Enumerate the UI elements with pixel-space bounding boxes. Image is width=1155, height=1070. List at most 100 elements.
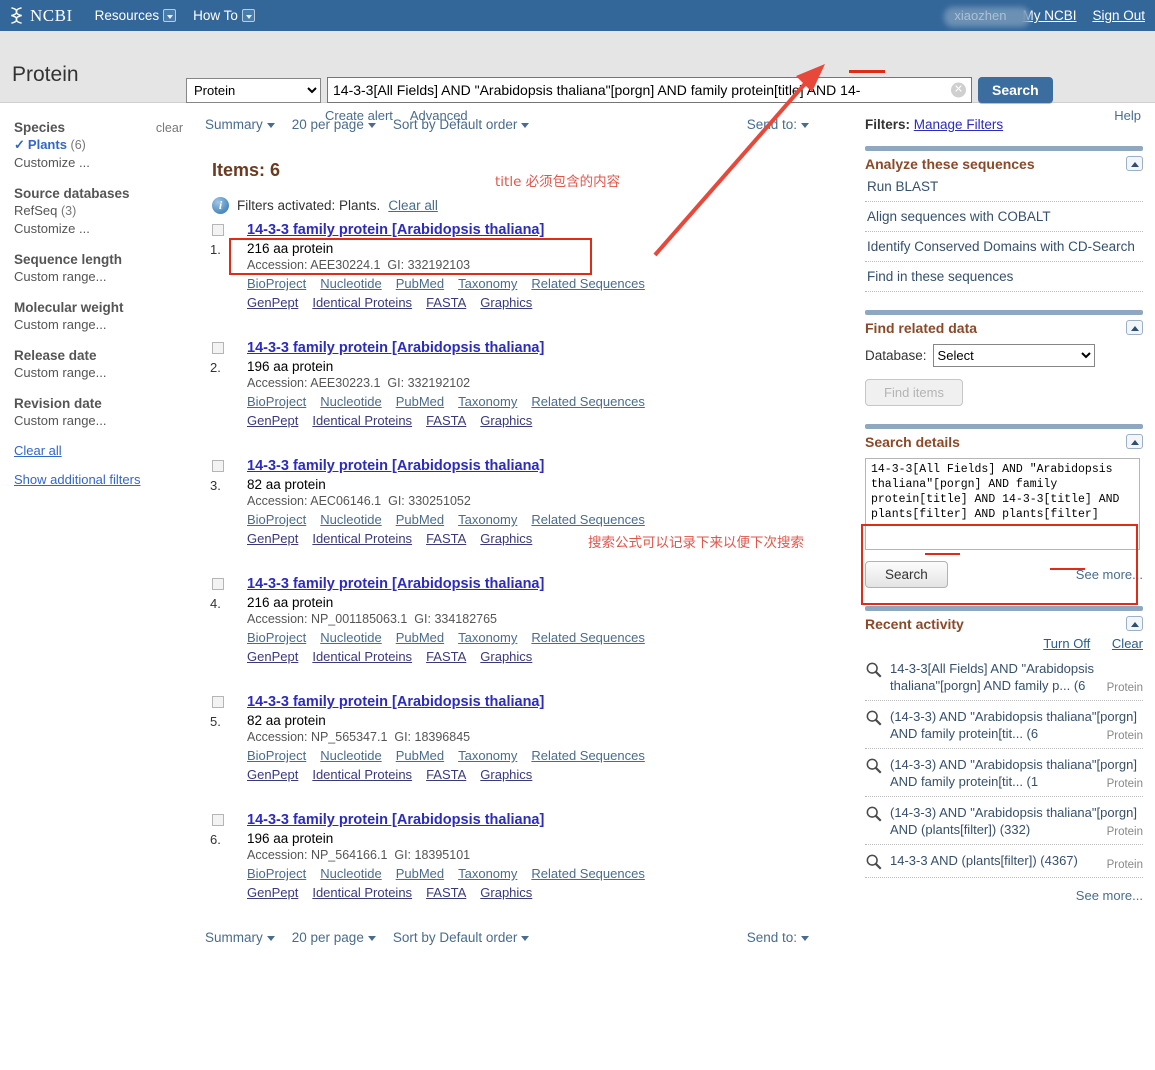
clear-all-link[interactable]: Clear all: [388, 198, 438, 213]
result-link-fasta[interactable]: FASTA: [426, 885, 466, 900]
result-link-related-sequences[interactable]: Related Sequences: [531, 394, 644, 409]
result-link-identical-proteins[interactable]: Identical Proteins: [312, 295, 412, 310]
result-title-link[interactable]: 14-3-3 family protein [Arabidopsis thali…: [247, 694, 544, 710]
manage-filters-link[interactable]: Manage Filters: [914, 117, 1003, 132]
recent-activity-item[interactable]: (14-3-3) AND "Arabidopsis thaliana"[porg…: [865, 797, 1143, 845]
my-ncbi-link[interactable]: My NCBI: [1022, 8, 1076, 23]
result-link-nucleotide[interactable]: Nucleotide: [320, 866, 381, 881]
collapse-panel-icon[interactable]: [1126, 616, 1143, 631]
result-link-genpept[interactable]: GenPept: [247, 885, 298, 900]
result-link-taxonomy[interactable]: Taxonomy: [458, 276, 517, 291]
result-checkbox[interactable]: [212, 342, 224, 354]
filter-clear-link[interactable]: clear: [156, 121, 183, 135]
result-link-taxonomy[interactable]: Taxonomy: [458, 394, 517, 409]
recent-activity-item[interactable]: 14-3-3[All Fields] AND "Arabidopsis thal…: [865, 653, 1143, 701]
per-page-dropdown[interactable]: 20 per page: [292, 117, 376, 132]
result-link-fasta[interactable]: FASTA: [426, 767, 466, 782]
recent-activity-see-more[interactable]: See more...: [865, 888, 1143, 903]
result-link-fasta[interactable]: FASTA: [426, 649, 466, 664]
result-link-graphics[interactable]: Graphics: [480, 531, 532, 546]
filter-customize-species[interactable]: Customize ...: [14, 154, 183, 171]
result-link-nucleotide[interactable]: Nucleotide: [320, 276, 381, 291]
clear-recent-link[interactable]: Clear: [1112, 636, 1143, 651]
result-link-graphics[interactable]: Graphics: [480, 295, 532, 310]
search-input[interactable]: [327, 77, 972, 103]
collapse-panel-icon[interactable]: [1126, 434, 1143, 449]
result-link-bioproject[interactable]: BioProject: [247, 394, 306, 409]
result-checkbox[interactable]: [212, 460, 224, 472]
filter-custom-range-release[interactable]: Custom range...: [14, 364, 183, 381]
result-title-link[interactable]: 14-3-3 family protein [Arabidopsis thali…: [247, 340, 544, 356]
filter-custom-range-revision[interactable]: Custom range...: [14, 412, 183, 429]
send-to-dropdown-bottom[interactable]: Send to:: [747, 930, 809, 945]
result-link-related-sequences[interactable]: Related Sequences: [531, 630, 644, 645]
result-link-nucleotide[interactable]: Nucleotide: [320, 748, 381, 763]
result-title-link[interactable]: 14-3-3 family protein [Arabidopsis thali…: [247, 458, 544, 474]
result-link-fasta[interactable]: FASTA: [426, 531, 466, 546]
result-link-taxonomy[interactable]: Taxonomy: [458, 512, 517, 527]
result-link-fasta[interactable]: FASTA: [426, 295, 466, 310]
ncbi-logo[interactable]: NCBI: [8, 6, 73, 26]
result-link-related-sequences[interactable]: Related Sequences: [531, 866, 644, 881]
result-link-related-sequences[interactable]: Related Sequences: [531, 276, 644, 291]
result-checkbox[interactable]: [212, 814, 224, 826]
per-page-dropdown-bottom[interactable]: 20 per page: [292, 930, 376, 945]
display-format-dropdown-bottom[interactable]: Summary: [205, 930, 275, 945]
search-details-search-button[interactable]: Search: [865, 561, 948, 588]
database-select[interactable]: Protein: [186, 77, 321, 103]
send-to-dropdown[interactable]: Send to:: [747, 117, 809, 132]
result-link-genpept[interactable]: GenPept: [247, 767, 298, 782]
result-checkbox[interactable]: [212, 578, 224, 590]
result-link-bioproject[interactable]: BioProject: [247, 630, 306, 645]
result-link-pubmed[interactable]: PubMed: [396, 630, 444, 645]
result-link-nucleotide[interactable]: Nucleotide: [320, 630, 381, 645]
result-title-link[interactable]: 14-3-3 family protein [Arabidopsis thali…: [247, 222, 544, 238]
result-link-pubmed[interactable]: PubMed: [396, 394, 444, 409]
filter-custom-range-molweight[interactable]: Custom range...: [14, 316, 183, 333]
related-database-select[interactable]: Select: [932, 344, 1095, 367]
result-link-bioproject[interactable]: BioProject: [247, 866, 306, 881]
search-button[interactable]: Search: [978, 77, 1053, 103]
result-link-identical-proteins[interactable]: Identical Proteins: [312, 531, 412, 546]
result-link-graphics[interactable]: Graphics: [480, 649, 532, 664]
result-link-graphics[interactable]: Graphics: [480, 885, 532, 900]
result-link-graphics[interactable]: Graphics: [480, 413, 532, 428]
result-link-related-sequences[interactable]: Related Sequences: [531, 512, 644, 527]
recent-activity-item[interactable]: 14-3-3 AND (plants[filter]) (4367) Prote…: [865, 845, 1143, 878]
filter-item-refseq[interactable]: RefSeq (3): [14, 202, 183, 220]
filter-item-plants[interactable]: ✓ Plants (6): [14, 136, 183, 154]
result-title-link[interactable]: 14-3-3 family protein [Arabidopsis thali…: [247, 812, 544, 828]
show-additional-filters-link[interactable]: Show additional filters: [14, 472, 183, 487]
result-link-pubmed[interactable]: PubMed: [396, 866, 444, 881]
result-link-nucleotide[interactable]: Nucleotide: [320, 394, 381, 409]
result-title-link[interactable]: 14-3-3 family protein [Arabidopsis thali…: [247, 576, 544, 592]
clear-all-filters-link[interactable]: Clear all: [14, 443, 183, 458]
analyze-item-cd-search[interactable]: Identify Conserved Domains with CD-Searc…: [865, 232, 1143, 262]
sort-dropdown-bottom[interactable]: Sort by Default order: [393, 930, 530, 945]
result-link-graphics[interactable]: Graphics: [480, 767, 532, 782]
clear-search-icon[interactable]: ✕: [951, 82, 966, 98]
collapse-panel-icon[interactable]: [1126, 156, 1143, 171]
recent-activity-item[interactable]: (14-3-3) AND "Arabidopsis thaliana"[porg…: [865, 749, 1143, 797]
sign-out-link[interactable]: Sign Out: [1092, 8, 1145, 23]
collapse-panel-icon[interactable]: [1126, 320, 1143, 335]
result-link-nucleotide[interactable]: Nucleotide: [320, 512, 381, 527]
result-link-bioproject[interactable]: BioProject: [247, 512, 306, 527]
result-link-identical-proteins[interactable]: Identical Proteins: [312, 885, 412, 900]
analyze-item-find-in-sequences[interactable]: Find in these sequences: [865, 262, 1143, 292]
nav-resources[interactable]: Resources: [95, 8, 177, 23]
result-link-pubmed[interactable]: PubMed: [396, 276, 444, 291]
result-link-identical-proteins[interactable]: Identical Proteins: [312, 767, 412, 782]
result-link-bioproject[interactable]: BioProject: [247, 276, 306, 291]
result-checkbox[interactable]: [212, 696, 224, 708]
result-link-pubmed[interactable]: PubMed: [396, 512, 444, 527]
filter-customize-source[interactable]: Customize ...: [14, 220, 183, 237]
search-details-see-more[interactable]: See more...: [1076, 567, 1143, 582]
result-link-identical-proteins[interactable]: Identical Proteins: [312, 413, 412, 428]
recent-activity-item[interactable]: (14-3-3) AND "Arabidopsis thaliana"[porg…: [865, 701, 1143, 749]
result-checkbox[interactable]: [212, 224, 224, 236]
result-link-identical-proteins[interactable]: Identical Proteins: [312, 649, 412, 664]
result-link-taxonomy[interactable]: Taxonomy: [458, 748, 517, 763]
result-link-bioproject[interactable]: BioProject: [247, 748, 306, 763]
result-link-taxonomy[interactable]: Taxonomy: [458, 630, 517, 645]
